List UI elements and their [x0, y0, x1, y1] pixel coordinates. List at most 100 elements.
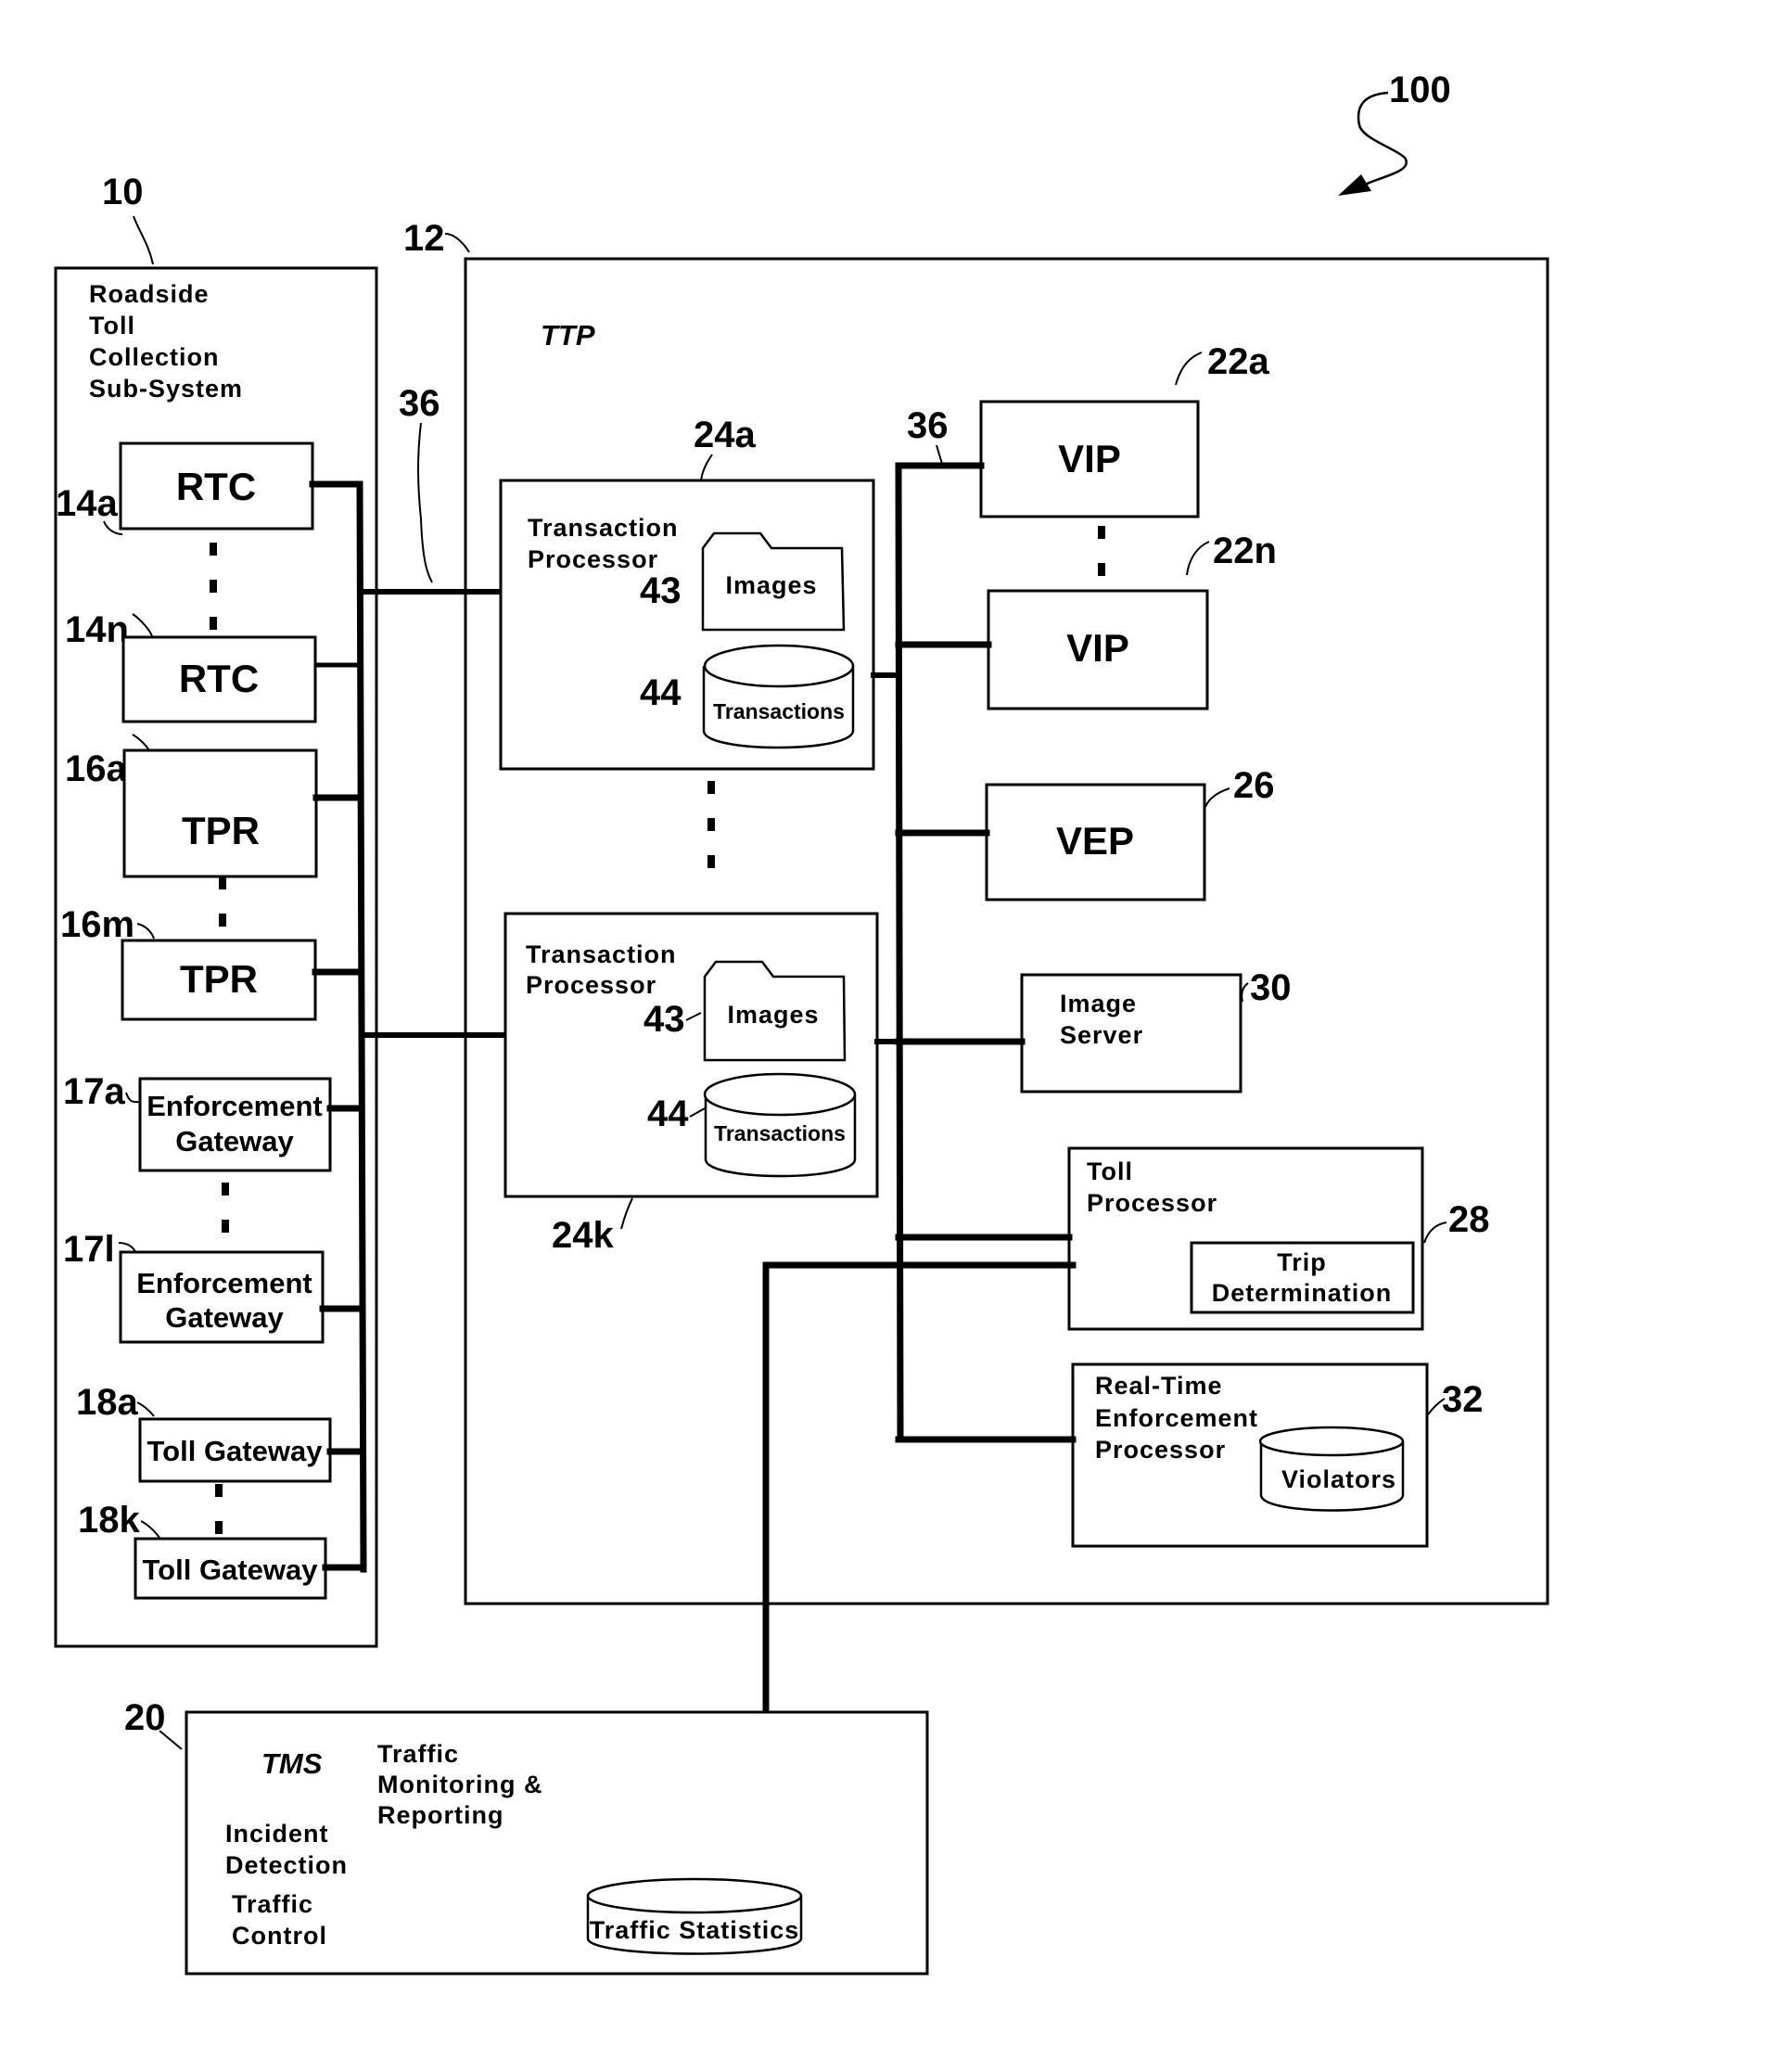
vip-22a-ref: 22a — [1207, 341, 1269, 382]
figure-ref-100: 100 — [1389, 70, 1451, 110]
eg-17a-label-line: Gateway — [175, 1125, 294, 1158]
vep-ref: 26 — [1233, 765, 1275, 806]
rtc-14a-box[interactable]: RTC — [119, 441, 314, 531]
real-time-enforcement-processor-box[interactable]: Real-Time Enforcement Processor Violator… — [1071, 1362, 1429, 1548]
tp-24a-title-line: Transaction — [528, 514, 679, 542]
roadside-title-line: Sub-System — [89, 375, 243, 403]
image-server-ref: 30 — [1250, 967, 1292, 1008]
trip-determination-box[interactable]: Trip Determination — [1190, 1241, 1415, 1314]
eg-17a-label-line: Enforcement — [147, 1090, 322, 1122]
traffic-statistics-label: Traffic Statistics — [590, 1916, 800, 1944]
tp-24a-ref: 24a — [694, 415, 756, 455]
rtc-14a-ref: 14a — [56, 483, 118, 524]
toll-processor-label-line: Processor — [1087, 1189, 1217, 1217]
vip-22n-ref: 22n — [1213, 531, 1277, 571]
images-folder-icon: Images — [701, 531, 846, 632]
ttp-ref: 12 — [403, 218, 445, 259]
transaction-processor-24a[interactable]: Transaction Processor 43 Images 44 Trans… — [499, 479, 875, 771]
bus-ref-right: 36 — [907, 405, 949, 446]
tp-24k-title-line: Processor — [526, 971, 656, 999]
rtc-14n-ref: 14n — [65, 609, 129, 650]
transaction-processor-24k[interactable]: Transaction Processor 43 Images 44 Trans… — [503, 912, 879, 1198]
bus-ref-left: 36 — [399, 383, 440, 424]
enforcement-gateway-17l-box[interactable]: Enforcement Gateway — [119, 1250, 325, 1344]
tms-incident-line: Incident — [225, 1820, 329, 1848]
vip-22n-box[interactable]: VIP — [987, 589, 1209, 710]
leader-line — [417, 422, 433, 583]
roadside-title-line: Toll — [89, 312, 135, 339]
toll-processor-box[interactable]: Toll Processor Trip Determination — [1067, 1146, 1424, 1331]
tpr-16m-ref: 16m — [60, 904, 134, 945]
tp-24k-ref: 24k — [552, 1215, 614, 1256]
eg-17l-label-line: Enforcement — [136, 1267, 312, 1299]
roadside-ref: 10 — [102, 172, 144, 212]
tg-18a-label: Toll Gateway — [147, 1435, 324, 1467]
tpr-16a-box[interactable]: TPR — [122, 748, 318, 878]
leader-line — [444, 233, 470, 253]
tpr-16a-label: TPR — [182, 809, 260, 852]
image-server-label-line: Image — [1060, 990, 1137, 1017]
violators-database-icon: Violators — [1258, 1426, 1405, 1512]
tp-24a-images-ref: 43 — [640, 570, 682, 611]
transactions-database-icon: Transactions — [703, 1072, 857, 1178]
vip-22a-label: VIP — [1058, 437, 1121, 480]
images-folder-icon: Images — [703, 960, 847, 1062]
leader-line — [159, 1730, 183, 1750]
eg-17a-ref: 17a — [63, 1071, 125, 1112]
vip-22a-box[interactable]: VIP — [979, 400, 1200, 518]
tms-control-line: Control — [232, 1922, 327, 1950]
tms-title: TMS — [261, 1747, 323, 1780]
image-server-box[interactable]: Image Server — [1020, 973, 1242, 1094]
tp-24k-db-label: Transactions — [714, 1121, 846, 1145]
rtep-label-line: Enforcement — [1095, 1404, 1258, 1432]
rtep-label-line: Real-Time — [1095, 1372, 1223, 1400]
roadside-title-line: Roadside — [89, 280, 210, 308]
tp-24a-title-line: Processor — [528, 545, 658, 573]
tpr-16a-ref: 16a — [65, 748, 127, 789]
roadside-leader — [133, 215, 154, 265]
eg-17l-ref: 17l — [63, 1229, 115, 1270]
tg-18a-ref: 18a — [76, 1382, 138, 1423]
tms-control-line: Traffic — [232, 1890, 313, 1918]
eg-17l-label-line: Gateway — [165, 1301, 284, 1334]
toll-processor-label-line: Toll — [1087, 1158, 1133, 1185]
toll-gateway-18k-box[interactable]: Toll Gateway — [134, 1537, 327, 1600]
ttp-bus — [895, 462, 904, 1443]
tp-24k-images-ref: 43 — [644, 999, 685, 1040]
tp-24a-db-label: Transactions — [713, 699, 845, 723]
tms-monitoring-line: Reporting — [377, 1801, 504, 1829]
vep-label: VEP — [1056, 819, 1134, 863]
tg-18k-ref: 18k — [78, 1500, 140, 1541]
tms-ref: 20 — [124, 1697, 166, 1738]
transactions-database-icon: Transactions — [702, 644, 855, 749]
rtep-label-line: Processor — [1095, 1436, 1226, 1464]
traffic-statistics-database-icon: Traffic Statistics — [586, 1877, 803, 1955]
roadside-bus — [356, 480, 367, 1573]
vep-box[interactable]: VEP — [985, 783, 1206, 902]
tp-24a-db-ref: 44 — [640, 672, 682, 713]
tms-box[interactable]: TMS Traffic Monitoring & Reporting Incid… — [185, 1710, 929, 1976]
rtc-14n-label: RTC — [179, 657, 259, 700]
rtc-14a-label: RTC — [176, 465, 256, 508]
tms-monitoring-line: Monitoring & — [377, 1771, 542, 1798]
tg-18k-label: Toll Gateway — [143, 1554, 319, 1586]
toll-system-diagram: 100 10 Roadside Toll Collection Sub-Syst… — [54, 70, 1549, 1976]
tp-24k-images-label: Images — [727, 1001, 819, 1029]
violators-label: Violators — [1281, 1465, 1396, 1493]
enforcement-gateway-17a-box[interactable]: Enforcement Gateway — [138, 1077, 332, 1172]
trip-determination-label-line: Trip — [1277, 1248, 1327, 1276]
tp-24a-images-label: Images — [725, 571, 817, 599]
roadside-title-line: Collection — [89, 343, 220, 371]
ttp-title: TTP — [541, 319, 595, 352]
tpr-16m-box[interactable]: TPR — [121, 939, 317, 1021]
rtc-14n-box[interactable]: RTC — [121, 635, 317, 723]
arrowhead-icon — [1338, 174, 1371, 196]
rtep-ref: 32 — [1442, 1379, 1484, 1420]
tpr-16m-label: TPR — [180, 957, 258, 1001]
tp-24k-title-line: Transaction — [526, 940, 677, 968]
tms-monitoring-line: Traffic — [377, 1740, 459, 1768]
toll-gateway-18a-box[interactable]: Toll Gateway — [138, 1417, 332, 1483]
vip-22n-label: VIP — [1066, 626, 1129, 670]
tp-24k-db-ref: 44 — [647, 1094, 689, 1134]
toll-processor-ref: 28 — [1448, 1199, 1490, 1240]
